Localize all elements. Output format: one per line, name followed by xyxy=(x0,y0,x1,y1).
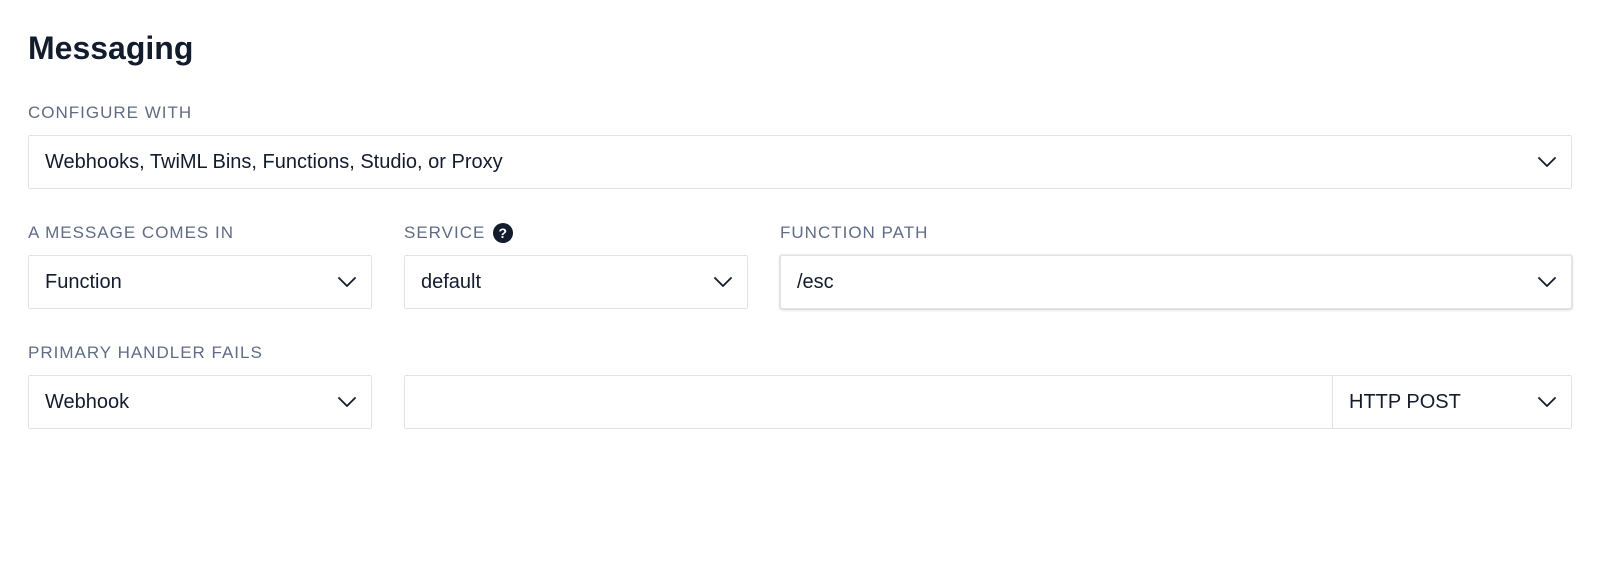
configure-with-field: CONFIGURE WITH Webhooks, TwiML Bins, Fun… xyxy=(28,103,1572,189)
service-field: SERVICE ? default xyxy=(404,223,748,309)
help-icon[interactable]: ? xyxy=(493,223,513,243)
primary-handler-fails-label: PRIMARY HANDLER FAILS xyxy=(28,343,372,363)
primary-handler-fails-select[interactable]: Webhook xyxy=(28,375,372,429)
function-path-label: FUNCTION PATH xyxy=(780,223,1572,243)
service-label: SERVICE ? xyxy=(404,223,748,243)
spacer-label xyxy=(404,343,1572,363)
fallback-method-select[interactable]: HTTP POST xyxy=(1332,375,1572,429)
service-select[interactable]: default xyxy=(404,255,748,309)
fallback-url-field: HTTP POST xyxy=(404,343,1572,429)
configure-with-select[interactable]: Webhooks, TwiML Bins, Functions, Studio,… xyxy=(28,135,1572,189)
page-title: Messaging xyxy=(28,30,1572,67)
function-path-field: FUNCTION PATH /esc xyxy=(780,223,1572,309)
fallback-url-input[interactable] xyxy=(404,375,1332,429)
function-path-select[interactable]: /esc xyxy=(780,255,1572,309)
message-comes-in-label: A MESSAGE COMES IN xyxy=(28,223,372,243)
message-comes-in-field: A MESSAGE COMES IN Function xyxy=(28,223,372,309)
configure-with-label: CONFIGURE WITH xyxy=(28,103,1572,123)
primary-handler-fails-field: PRIMARY HANDLER FAILS Webhook xyxy=(28,343,372,429)
message-comes-in-select[interactable]: Function xyxy=(28,255,372,309)
